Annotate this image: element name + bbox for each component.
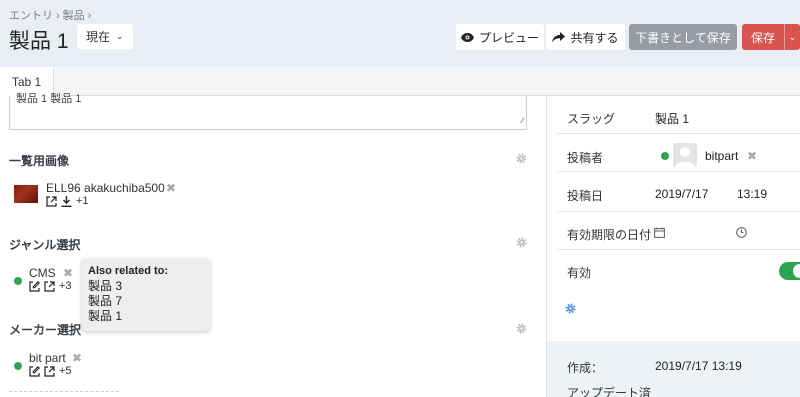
edit-icon[interactable] <box>29 280 40 292</box>
share-label: 共有する <box>570 30 619 45</box>
save-options-button[interactable]: ⌄ <box>784 24 800 50</box>
tooltip-item: 製品 1 <box>88 309 123 323</box>
add-item-dropzone[interactable] <box>9 391 119 397</box>
tab-label: Tab 1 <box>11 74 42 89</box>
section-title-genre: ジャンル選択 <box>9 238 81 252</box>
sidebar: スラッグ 製品 1 投稿者 bitpart ✖ 投稿日 2019/7/17 13… <box>546 96 800 397</box>
remove-icon[interactable]: ✖ <box>72 351 82 365</box>
created-label: 作成： <box>567 361 604 375</box>
remove-icon[interactable]: ✖ <box>63 266 73 280</box>
breadcrumb: エントリ › 製品 › <box>9 7 94 23</box>
resize-handle-icon[interactable]: ∕∕ <box>521 115 524 127</box>
save-button[interactable]: 保存 <box>742 24 784 50</box>
tab-1[interactable]: Tab 1 <box>0 67 54 96</box>
share-icon <box>552 31 566 42</box>
related-tooltip: Also related to: 製品 3 製品 7 製品 1 <box>82 259 210 331</box>
post-time-value[interactable]: 13:19 <box>737 187 767 201</box>
preview-label: プレビュー <box>478 30 539 45</box>
textarea-value: 製品 1 製品 1 <box>16 93 82 105</box>
author-value[interactable]: bitpart <box>705 149 738 163</box>
genre-item-actions: +3 <box>29 280 72 292</box>
user-icon <box>675 147 695 167</box>
genre-item-name[interactable]: CMS <box>29 266 56 280</box>
meta-info-panel: 作成： 2019/7/17 13:19 アップデート済 <box>547 341 800 397</box>
eye-icon <box>460 32 474 42</box>
status-dot <box>14 277 22 285</box>
remove-icon[interactable]: ✖ <box>747 149 757 163</box>
share-button[interactable]: 共有する <box>546 24 625 50</box>
calendar-icon[interactable] <box>654 227 665 238</box>
chevron-down-icon: ⌄ <box>116 31 124 41</box>
extra-count[interactable]: +3 <box>59 280 72 292</box>
save-label: 保存 <box>750 30 775 45</box>
gear-icon[interactable] <box>516 237 527 248</box>
tooltip-item: 製品 3 <box>88 279 123 293</box>
created-value: 2019/7/17 13:19 <box>655 359 742 373</box>
gear-icon[interactable] <box>516 153 527 164</box>
external-link-icon[interactable] <box>44 365 55 377</box>
tooltip-item: 製品 7 <box>88 294 123 308</box>
external-link-icon[interactable] <box>44 280 55 292</box>
remove-icon[interactable]: ✖ <box>166 181 176 195</box>
enabled-label: 有効 <box>567 266 592 280</box>
breadcrumb-item-entries[interactable]: エントリ <box>9 7 53 23</box>
save-draft-label: 下書きとして保存 <box>635 30 731 45</box>
maker-item-name[interactable]: bit part <box>29 351 66 365</box>
post-date-label: 投稿日 <box>567 189 604 203</box>
status-dot <box>14 362 22 370</box>
slug-label: スラッグ <box>567 112 616 126</box>
external-link-icon[interactable] <box>46 195 57 207</box>
enabled-toggle[interactable] <box>779 262 800 280</box>
main-content: 製品 1 製品 1 ∕∕ 一覧用画像 ELL96 akakuchiba500 ✖… <box>0 93 546 397</box>
description-textarea[interactable]: 製品 1 製品 1 ∕∕ <box>9 93 527 130</box>
status-dot <box>661 152 669 160</box>
version-select-label: 現在 <box>86 30 111 44</box>
image-item-name[interactable]: ELL96 akakuchiba500 <box>46 181 165 195</box>
expiry-label: 有効期限の日付 <box>567 228 652 242</box>
gear-icon[interactable] <box>516 323 527 334</box>
tooltip-title: Also related to: <box>88 265 169 277</box>
gear-icon[interactable] <box>565 303 576 314</box>
breadcrumb-item-products[interactable]: 製品 <box>63 7 85 23</box>
image-item-actions: +1 <box>46 195 89 207</box>
clock-icon[interactable] <box>736 227 747 238</box>
slug-value[interactable]: 製品 1 <box>655 110 689 127</box>
breadcrumb-separator: › <box>87 10 92 22</box>
download-icon[interactable] <box>61 195 72 207</box>
edit-icon[interactable] <box>29 365 40 377</box>
save-draft-button[interactable]: 下書きとして保存 <box>629 24 737 50</box>
header: エントリ › 製品 › 製品 1 現在 ⌄ プレビュー 共有する 下書きとして保存 保… <box>0 0 800 67</box>
section-title-maker: メーカー選択 <box>9 323 82 337</box>
author-label: 投稿者 <box>567 151 604 165</box>
chevron-down-icon: ⌄ <box>788 31 797 42</box>
extra-count[interactable]: +5 <box>59 365 72 377</box>
updated-label: アップデート済 <box>567 386 652 397</box>
page-title: 製品 1 <box>9 30 69 53</box>
post-date-value[interactable]: 2019/7/17 <box>655 187 708 201</box>
tab-bar: Tab 1 <box>0 67 800 96</box>
extra-count[interactable]: +1 <box>76 195 89 207</box>
image-thumbnail[interactable] <box>14 185 38 203</box>
maker-item-actions: +5 <box>29 365 72 377</box>
section-title-list-image: 一覧用画像 <box>9 154 70 168</box>
preview-button[interactable]: プレビュー <box>456 24 544 50</box>
avatar <box>673 143 697 167</box>
breadcrumb-separator: › <box>56 10 60 22</box>
version-select[interactable]: 現在 ⌄ <box>77 24 133 49</box>
